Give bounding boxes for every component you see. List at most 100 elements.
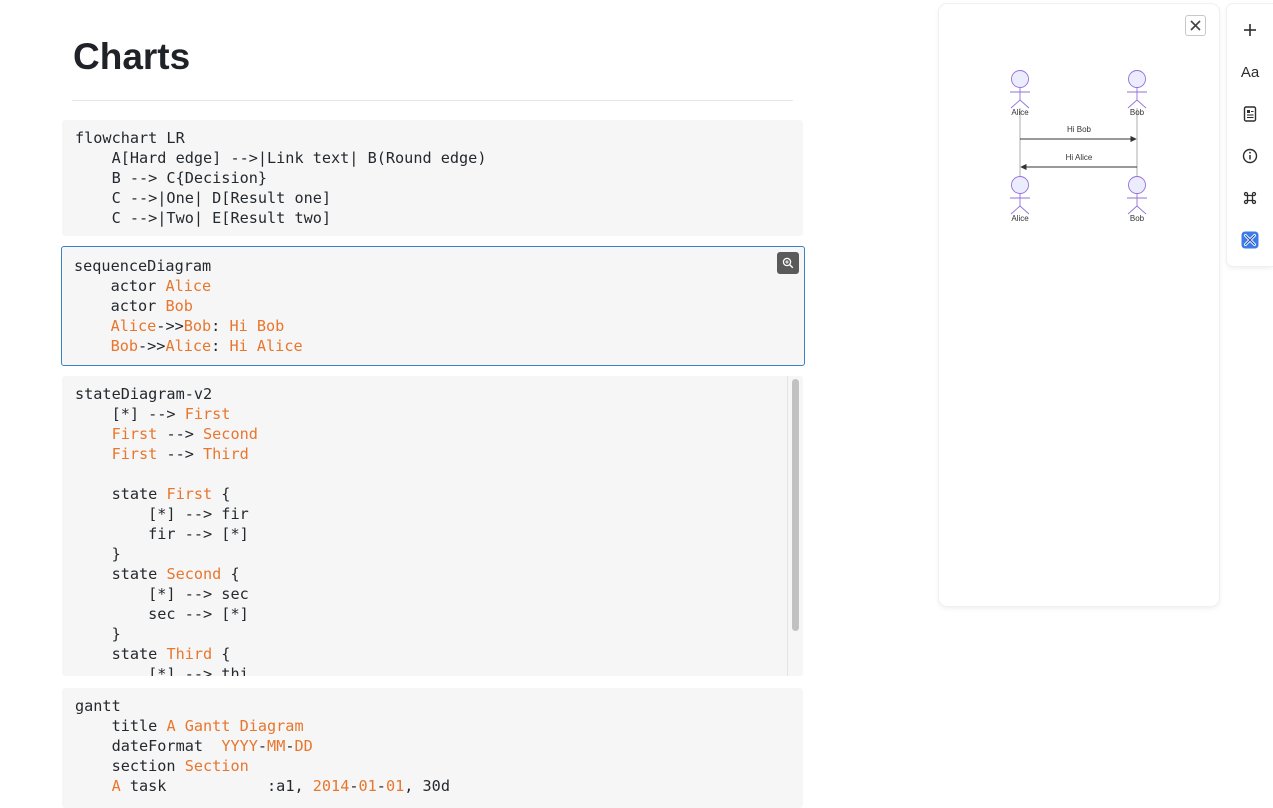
code-block-sequence[interactable]: sequenceDiagram actor Alice actor Bob Al…: [61, 246, 805, 366]
command-icon: [1243, 191, 1257, 205]
code-token: C -->|Two| E[Result two]: [75, 209, 332, 227]
code-token-highlight: Second: [203, 425, 258, 443]
code-token: actor: [74, 297, 166, 315]
code-line: [*] --> fir: [75, 504, 258, 524]
title-divider: [72, 100, 793, 101]
document-icon: [1243, 106, 1257, 122]
code-token-highlight: First: [184, 405, 231, 423]
code-token: [*] --> fir: [75, 505, 249, 523]
code-lines: stateDiagram-v2 [*] --> First First --> …: [75, 384, 258, 676]
code-token-highlight: Second: [166, 565, 222, 583]
code-lines: gantt title A Gantt Diagram dateFormat Y…: [75, 696, 450, 796]
add-button[interactable]: [1238, 18, 1262, 42]
code-token: -: [257, 737, 268, 755]
code-token-highlight: 2014: [312, 777, 350, 795]
sequence-diagram-preview[interactable]: Alice Bob Hi Bob Hi Alice Alice Bob: [939, 4, 1219, 244]
code-token: B --> C{Decision}: [75, 169, 268, 187]
info-icon: [1242, 148, 1258, 164]
code-token-highlight: First: [166, 485, 213, 503]
code-token: C -->|One| D[Result one]: [75, 189, 332, 207]
code-block-gantt[interactable]: gantt title A Gantt Diagram dateFormat Y…: [62, 688, 803, 808]
code-token: -->: [157, 445, 204, 463]
code-line: First --> Third: [75, 444, 258, 464]
message-label: Hi Alice: [1066, 153, 1093, 162]
code-token-highlight: 01: [385, 777, 405, 795]
code-line: Bob->>Alice: Hi Alice: [74, 336, 303, 356]
code-token: :: [211, 317, 230, 335]
code-line: flowchart LR: [75, 128, 486, 148]
code-token-highlight: Bob: [165, 297, 193, 315]
code-line: actor Bob: [74, 296, 303, 316]
code-lines: flowchart LR A[Hard edge] -->|Link text|…: [75, 128, 486, 228]
code-token-highlight: Third: [166, 645, 213, 663]
code-token-highlight: Hi Alice: [229, 337, 303, 355]
code-block-flowchart[interactable]: flowchart LR A[Hard edge] -->|Link text|…: [62, 120, 803, 236]
font-button[interactable]: Aa: [1238, 60, 1262, 84]
code-block-state[interactable]: stateDiagram-v2 [*] --> First First --> …: [62, 376, 803, 676]
code-token: [*] --> sec: [75, 585, 249, 603]
code-token-highlight: Alice: [165, 277, 212, 295]
code-line: }: [75, 544, 258, 564]
zoom-preview-button[interactable]: [777, 252, 799, 274]
extension-button[interactable]: [1238, 228, 1262, 252]
code-token: sequenceDiagram: [74, 257, 212, 275]
code-token: sec --> [*]: [75, 605, 249, 623]
code-line: [*] --> sec: [75, 584, 258, 604]
code-line: A[Hard edge] -->|Link text| B(Round edge…: [75, 148, 487, 168]
code-token-highlight: Hi Bob: [229, 317, 285, 335]
actor-alice-top: Alice: [1010, 70, 1030, 117]
code-token-highlight: Section: [184, 757, 249, 775]
code-token: flowchart LR: [75, 129, 185, 147]
actor-label: Alice: [1011, 214, 1029, 223]
code-lines: sequenceDiagram actor Alice actor Bob Al…: [74, 256, 303, 356]
code-line: C -->|Two| E[Result two]: [75, 208, 486, 228]
code-line: Alice->>Bob: Hi Bob: [74, 316, 303, 336]
actor-bob-bottom: Bob: [1127, 176, 1147, 223]
code-token: gantt: [75, 697, 121, 715]
code-token: {: [212, 645, 231, 663]
code-token: state: [75, 645, 167, 663]
scrollbar-thumb[interactable]: [792, 379, 799, 631]
vertical-scrollbar[interactable]: [787, 376, 803, 676]
code-token-highlight: A Gantt Diagram: [166, 717, 304, 735]
code-token-highlight: Third: [203, 445, 249, 463]
actor-label: Alice: [1011, 108, 1029, 117]
code-line: state Second {: [75, 564, 258, 584]
code-token: [*] -->: [75, 405, 185, 423]
code-line: state First {: [75, 484, 258, 504]
code-token-highlight: Bob: [110, 337, 139, 355]
code-token: state: [75, 485, 167, 503]
actor-bob-top: Bob: [1127, 70, 1147, 117]
actor-alice-bottom: Alice: [1010, 176, 1030, 223]
code-line: [*] --> First: [75, 404, 258, 424]
code-token: stateDiagram-v2: [75, 385, 213, 403]
code-token: -: [376, 777, 386, 795]
code-token: -: [349, 777, 359, 795]
code-line: C -->|One| D[Result one]: [75, 188, 486, 208]
code-token: , 30d: [404, 777, 450, 795]
code-token-highlight: YYYY: [221, 737, 258, 755]
document-button[interactable]: [1238, 102, 1262, 126]
code-token-highlight: A: [111, 777, 121, 795]
code-line: stateDiagram-v2: [75, 384, 258, 404]
code-line: actor Alice: [74, 276, 303, 296]
code-line: }: [75, 624, 258, 644]
code-token: actor: [74, 277, 166, 295]
code-line: gantt: [75, 696, 450, 716]
code-token: {: [221, 565, 240, 583]
info-button[interactable]: [1238, 144, 1262, 168]
code-token: {: [212, 485, 231, 503]
code-line: A task :a1, 2014-01-01, 30d: [75, 776, 450, 796]
code-token: state: [75, 565, 167, 583]
code-token-highlight: MM: [267, 737, 286, 755]
actor-label: Bob: [1130, 214, 1145, 223]
shortcuts-button[interactable]: [1238, 186, 1262, 210]
code-line: dateFormat YYYY-MM-DD: [75, 736, 450, 756]
font-label: Aa: [1240, 63, 1260, 81]
code-line: state Third {: [75, 644, 258, 664]
plus-icon: [1244, 24, 1256, 36]
